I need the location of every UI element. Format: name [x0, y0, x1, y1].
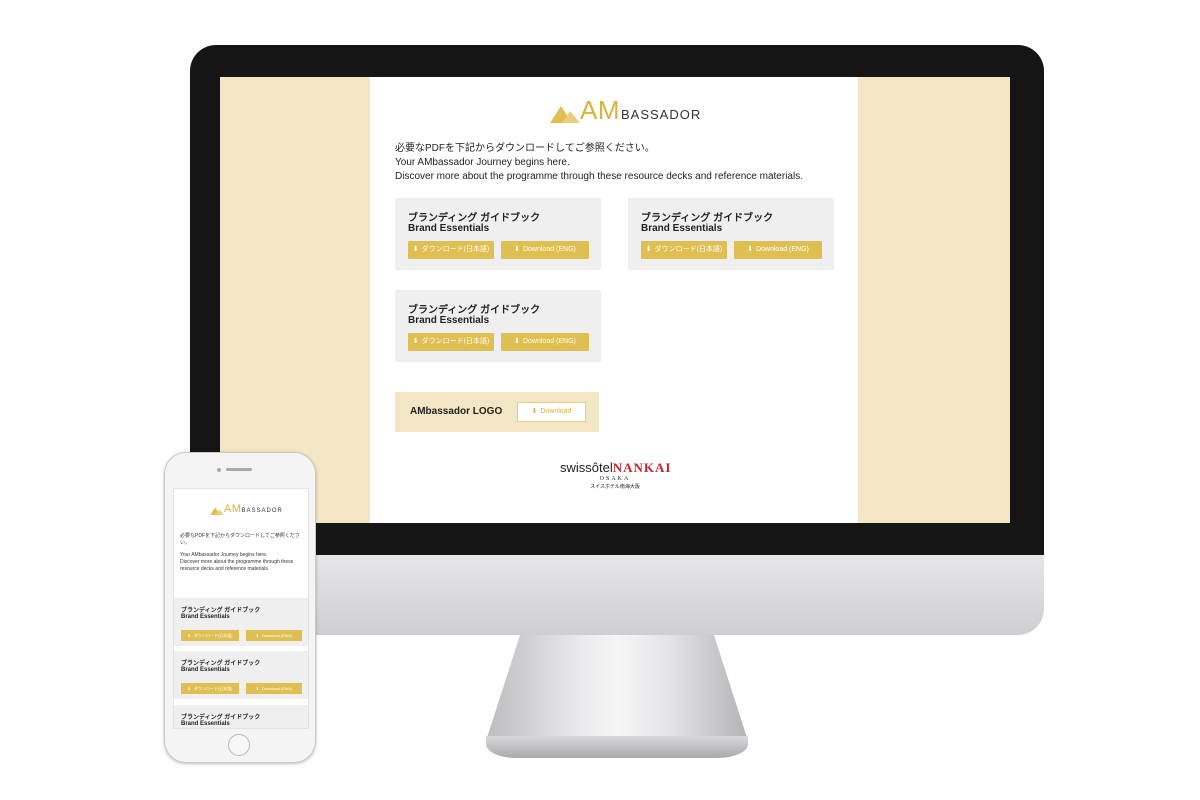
- download-jp-button[interactable]: ⬇ ダウンロード(日本語): [408, 333, 494, 351]
- download-eng-button[interactable]: ⬇ Download (ENG): [246, 683, 302, 694]
- mobile-intro-discover: Discover more about the programme throug…: [180, 559, 294, 572]
- mobile-resource-card: ブランディング ガイドブック Brand Essentials ⬇ ダウンロード(…: [174, 598, 308, 646]
- resource-title-en: Brand Essentials: [408, 223, 490, 234]
- resource-title-jp: ブランディング ガイドブック: [181, 715, 261, 721]
- download-icon: ⬇: [412, 338, 419, 345]
- phone-speaker: [226, 468, 252, 471]
- download-eng-label: Download (ENG): [522, 338, 576, 345]
- resource-card: ブランディング ガイドブック Brand Essentials ⬇ ダウンロード(…: [628, 198, 834, 270]
- download-jp-label: ダウンロード(日本語): [654, 246, 723, 253]
- download-eng-label: Download (ENG): [522, 246, 576, 253]
- ambassador-logo: AM BASSADOR: [550, 97, 701, 123]
- download-icon: ⬇: [747, 246, 753, 253]
- download-jp-button[interactable]: ⬇ ダウンロード(日本語): [641, 241, 727, 259]
- download-eng-button[interactable]: ⬇ Download (ENG): [734, 241, 822, 259]
- brand-city: OSAKA: [599, 476, 631, 482]
- mobile-resource-card: ブランディング ガイドブック Brand Essentials: [174, 705, 308, 728]
- download-icon: ⬇: [255, 686, 260, 691]
- resource-title-jp: ブランディング ガイドブック: [408, 213, 541, 224]
- resource-title-en: Brand Essentials: [181, 721, 230, 727]
- resource-card: ブランディング ガイドブック Brand Essentials ⬇ ダウンロード(…: [395, 198, 601, 270]
- phone-camera: [217, 468, 221, 472]
- resource-title-en: Brand Essentials: [641, 223, 723, 234]
- resource-title-en: Brand Essentials: [181, 614, 230, 620]
- download-icon: ⬇: [531, 408, 538, 415]
- imac-stand: [486, 635, 748, 741]
- mobile-intro-journey: Your AMbassador Journey begins here.: [180, 552, 268, 558]
- download-eng-button[interactable]: ⬇ Download (ENG): [246, 630, 302, 641]
- download-eng-button[interactable]: ⬇ Download (ENG): [501, 333, 589, 351]
- download-jp-button[interactable]: ⬇ ダウンロード(日本語): [408, 241, 494, 259]
- mountain-icon: [550, 106, 580, 123]
- ambassador-logo: AM BASSADOR: [210, 504, 283, 515]
- download-icon: ⬇: [645, 246, 652, 253]
- logo-download-button[interactable]: ⬇ Download: [517, 402, 586, 422]
- logo-am: AM: [580, 95, 620, 125]
- imac-chin: [190, 555, 1044, 635]
- download-icon: ⬇: [412, 246, 419, 253]
- download-jp-button[interactable]: ⬇ ダウンロード(日本語): [181, 683, 239, 694]
- brand-jp-name: スイスホテル南海大阪: [590, 484, 640, 490]
- download-eng-button[interactable]: ⬇ Download (ENG): [501, 241, 589, 259]
- download-eng-label: Download (ENG): [755, 246, 809, 253]
- logo-bassador: BASSADOR: [621, 107, 702, 122]
- download-eng-label: Download (ENG): [262, 633, 293, 638]
- desktop-page: AM BASSADOR 必要なPDFを下記からダウンロードしてご参照ください。 …: [370, 77, 858, 523]
- resource-card: ブランディング ガイドブック Brand Essentials ⬇ ダウンロード(…: [395, 290, 601, 362]
- phone-device: AM BASSADOR 必要なPDFを下記からダウンロードしてご参照ください。 …: [164, 452, 316, 763]
- mobile-resource-card: ブランディング ガイドブック Brand Essentials ⬇ ダウンロード(…: [174, 651, 308, 699]
- download-icon: ⬇: [187, 686, 191, 691]
- hotel-brand: swissôtelNANKAI: [560, 461, 670, 475]
- logo-download-button-label: Download: [540, 408, 572, 415]
- brand-nankai: NANKAI: [612, 460, 672, 475]
- intro-text: 必要なPDFを下記からダウンロードしてご参照ください。 Your AMbassa…: [395, 142, 845, 184]
- logo-download-card: AMbassador LOGO ⬇ Download: [395, 392, 599, 432]
- imac-stand-base: [486, 736, 748, 758]
- download-jp-label: ダウンロード(日本語): [421, 246, 490, 253]
- resource-title-en: Brand Essentials: [181, 667, 230, 673]
- phone-home-button: [228, 734, 250, 756]
- mobile-intro-text: 必要なPDFを下記からダウンロードしてご参照ください。 Your AMbassa…: [180, 533, 306, 573]
- download-jp-label: ダウンロード(日本語): [421, 338, 490, 345]
- download-jp-button[interactable]: ⬇ ダウンロード(日本語): [181, 630, 239, 641]
- intro-line-discover: Discover more about the programme throug…: [395, 171, 803, 182]
- desktop-screen: AM BASSADOR 必要なPDFを下記からダウンロードしてご参照ください。 …: [220, 77, 1010, 523]
- intro-line-jp: 必要なPDFを下記からダウンロードしてご参照ください。: [395, 143, 655, 154]
- mobile-intro-jp: 必要なPDFを下記からダウンロードしてご参照ください。: [180, 533, 300, 546]
- mountain-icon: [210, 507, 224, 515]
- resource-title-jp: ブランディング ガイドブック: [181, 661, 261, 667]
- resource-title-jp: ブランディング ガイドブック: [181, 608, 261, 614]
- logo-download-label: AMbassador LOGO: [410, 406, 503, 417]
- download-jp-label: ダウンロード(日本語): [193, 686, 233, 691]
- intro-line-journey: Your AMbassador Journey begins here.: [395, 157, 570, 168]
- resource-title-en: Brand Essentials: [408, 315, 490, 326]
- download-icon: ⬇: [514, 338, 520, 345]
- download-eng-label: Download (ENG): [262, 686, 293, 691]
- resource-title-jp: ブランディング ガイドブック: [641, 213, 774, 224]
- mobile-screen: AM BASSADOR 必要なPDFを下記からダウンロードしてご参照ください。 …: [173, 488, 309, 729]
- download-icon: ⬇: [255, 633, 260, 638]
- logo-bassador: BASSADOR: [241, 508, 283, 514]
- brand-swissotel: swissôtel: [560, 460, 613, 475]
- download-icon: ⬇: [514, 246, 520, 253]
- resource-title-jp: ブランディング ガイドブック: [408, 305, 541, 316]
- download-jp-label: ダウンロード(日本語): [193, 633, 233, 638]
- download-icon: ⬇: [187, 633, 191, 638]
- logo-am: AM: [224, 503, 242, 515]
- footer-hotel-logo: swissôtelNANKAI OSAKA スイスホテル南海大阪: [560, 461, 670, 491]
